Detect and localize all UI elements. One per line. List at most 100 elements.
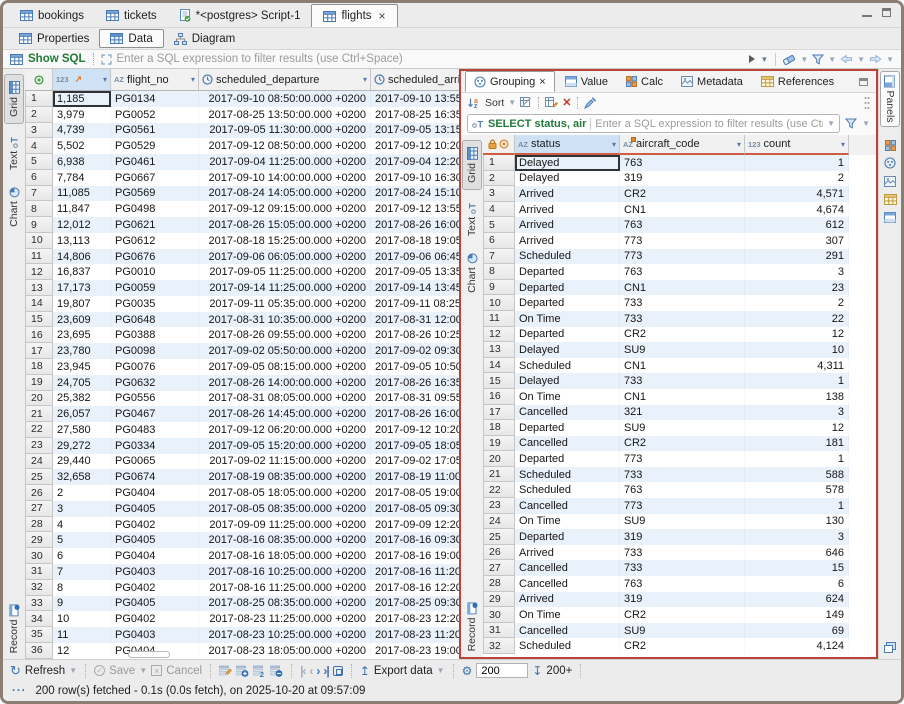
data-cell[interactable]: 10 — [745, 342, 849, 358]
panel-shortcut-calc-icon[interactable] — [881, 137, 899, 153]
column-header-aircraft-code[interactable]: AZaircraft_code▾ — [620, 135, 745, 155]
data-cell[interactable]: SU9 — [620, 514, 745, 530]
column-menu-icon[interactable]: ▾ — [841, 140, 845, 149]
data-cell[interactable]: 2017-09-09 12:20:00.000 +0200 — [371, 517, 459, 533]
row-number-cell[interactable]: 10 — [483, 295, 515, 311]
data-cell[interactable]: 29,272 — [53, 438, 111, 454]
row-number-cell[interactable]: 13 — [483, 342, 515, 358]
row-number-cell[interactable]: 21 — [483, 467, 515, 483]
row-number-cell[interactable]: 15 — [25, 312, 53, 328]
first-row-button[interactable]: |‹ — [300, 664, 305, 678]
data-cell[interactable]: 2017-08-05 19:00:00.000 +0200 — [371, 485, 459, 501]
data-cell[interactable]: PG0388 — [111, 327, 199, 343]
row-number-cell[interactable]: 27 — [25, 501, 53, 517]
expand-filter-icon[interactable] — [101, 54, 112, 65]
filter-funnel-icon[interactable] — [812, 54, 824, 65]
data-cell[interactable]: 578 — [745, 482, 849, 498]
data-cell[interactable]: 2017-08-19 11:00:00.000 +0200 — [371, 469, 459, 485]
data-cell[interactable]: 2017-08-16 12:20:00.000 +0200 — [371, 580, 459, 596]
data-cell[interactable]: 733 — [620, 467, 745, 483]
export-data-button[interactable]: ↥ Export data ▼ — [360, 664, 445, 678]
row-number-cell[interactable]: 30 — [483, 607, 515, 623]
row-number-cell[interactable]: 6 — [483, 233, 515, 249]
data-cell[interactable]: 763 — [620, 264, 745, 280]
data-cell[interactable]: 319 — [620, 529, 745, 545]
data-cell[interactable]: PG0059 — [111, 280, 199, 296]
data-cell[interactable]: 13,113 — [53, 233, 111, 249]
data-cell[interactable]: CN1 — [620, 280, 745, 296]
data-cell[interactable]: 2017-08-26 14:00:00.000 +0200 — [199, 375, 371, 391]
side-tab-chart[interactable]: Chart — [462, 248, 482, 298]
row-number-cell[interactable]: 6 — [25, 170, 53, 186]
data-cell[interactable]: Scheduled — [515, 482, 620, 498]
row-number-cell[interactable]: 27 — [483, 560, 515, 576]
drag-handle-icon[interactable] — [864, 96, 870, 110]
data-cell[interactable]: PG0405 — [111, 501, 199, 517]
data-cell[interactable]: 2017-08-16 10:25:00.000 +0200 — [199, 564, 371, 580]
data-cell[interactable]: 32,658 — [53, 469, 111, 485]
data-cell[interactable]: 2017-08-18 15:25:00.000 +0200 — [199, 233, 371, 249]
editor-tab-postgres-script-1[interactable]: *<postgres> Script-1 — [168, 4, 312, 27]
data-cell[interactable]: 2017-09-02 11:15:00.000 +0200 — [199, 454, 371, 470]
data-cell[interactable]: PG0483 — [111, 422, 199, 438]
data-cell[interactable]: 2017-09-04 12:20:00.000 +0200 — [371, 154, 459, 170]
panel-shortcut-value-icon[interactable] — [881, 209, 899, 225]
data-cell[interactable]: 763 — [620, 576, 745, 592]
data-cell[interactable]: 2 — [745, 295, 849, 311]
filter-input[interactable]: Enter a SQL expression to filter results… — [117, 53, 403, 65]
data-cell[interactable]: PG0065 — [111, 454, 199, 470]
row-number-cell[interactable]: 18 — [25, 359, 53, 375]
row-number-cell[interactable]: 31 — [25, 564, 53, 580]
data-cell[interactable]: Delayed — [515, 171, 620, 187]
data-cell[interactable]: PG0402 — [111, 580, 199, 596]
clean-broom-icon[interactable] — [584, 97, 597, 109]
row-number-cell[interactable]: 17 — [483, 405, 515, 421]
minimize-icon[interactable] — [862, 15, 872, 17]
row-number-cell[interactable]: 24 — [25, 454, 53, 470]
data-cell[interactable]: 2017-08-16 08:35:00.000 +0200 — [199, 532, 371, 548]
close-icon[interactable]: × — [379, 9, 386, 23]
row-number-cell[interactable]: 32 — [25, 580, 53, 596]
chevron-down-icon[interactable]: ▼ — [828, 55, 836, 64]
data-cell[interactable]: SU9 — [620, 420, 745, 436]
data-cell[interactable]: 2017-09-12 10:20:00.000 +0200 — [371, 422, 459, 438]
data-cell[interactable]: 2017-09-12 10:20:00.000 +0200 — [371, 138, 459, 154]
row-number-cell[interactable]: 18 — [483, 420, 515, 436]
data-cell[interactable]: 2017-09-02 09:30:00.000 +0200 — [371, 343, 459, 359]
panel-tab-grouping[interactable]: Grouping× — [465, 71, 555, 92]
row-number-cell[interactable]: 26 — [483, 545, 515, 561]
data-cell[interactable]: 2017-08-05 18:05:00.000 +0200 — [199, 485, 371, 501]
side-tab-grid[interactable]: Grid — [462, 140, 482, 190]
row-number-cell[interactable]: 5 — [25, 154, 53, 170]
column-header-flight-no[interactable]: AZflight_no▾ — [111, 69, 199, 91]
data-cell[interactable]: PG0402 — [111, 611, 199, 627]
data-cell[interactable]: 2017-09-12 08:50:00.000 +0200 — [199, 138, 371, 154]
row-number-cell[interactable]: 8 — [25, 201, 53, 217]
data-cell[interactable]: CN1 — [620, 389, 745, 405]
data-cell[interactable]: 2017-08-31 12:00:00.000 +0200 — [371, 312, 459, 328]
side-tab-record[interactable]: Record — [462, 602, 482, 652]
data-cell[interactable]: 27,580 — [53, 422, 111, 438]
chevron-down-icon[interactable]: ▼ — [800, 55, 808, 64]
data-cell[interactable]: 1,185 — [53, 91, 111, 107]
row-number-cell[interactable]: 16 — [25, 327, 53, 343]
data-cell[interactable]: PG0404 — [111, 548, 199, 564]
row-number-cell[interactable]: 20 — [25, 391, 53, 407]
data-cell[interactable]: Cancelled — [515, 498, 620, 514]
last-row-button[interactable]: ›| — [323, 664, 328, 678]
data-cell[interactable]: 733 — [620, 311, 745, 327]
row-number-cell[interactable]: 26 — [25, 485, 53, 501]
data-cell[interactable]: 10 — [53, 611, 111, 627]
data-cell[interactable]: On Time — [515, 514, 620, 530]
data-cell[interactable]: Cancelled — [515, 623, 620, 639]
row-number-cell[interactable]: 25 — [483, 529, 515, 545]
data-cell[interactable]: 319 — [620, 171, 745, 187]
data-cell[interactable]: 2017-08-05 08:35:00.000 +0200 — [199, 501, 371, 517]
data-cell[interactable]: 773 — [620, 233, 745, 249]
data-cell[interactable]: 2017-09-05 11:30:00.000 +0200 — [199, 123, 371, 139]
chevron-down-icon[interactable]: ▼ — [760, 55, 768, 64]
row-number-cell[interactable]: 20 — [483, 451, 515, 467]
data-cell[interactable]: 733 — [620, 295, 745, 311]
row-number-cell[interactable]: 33 — [25, 596, 53, 612]
data-cell[interactable]: PG0467 — [111, 406, 199, 422]
